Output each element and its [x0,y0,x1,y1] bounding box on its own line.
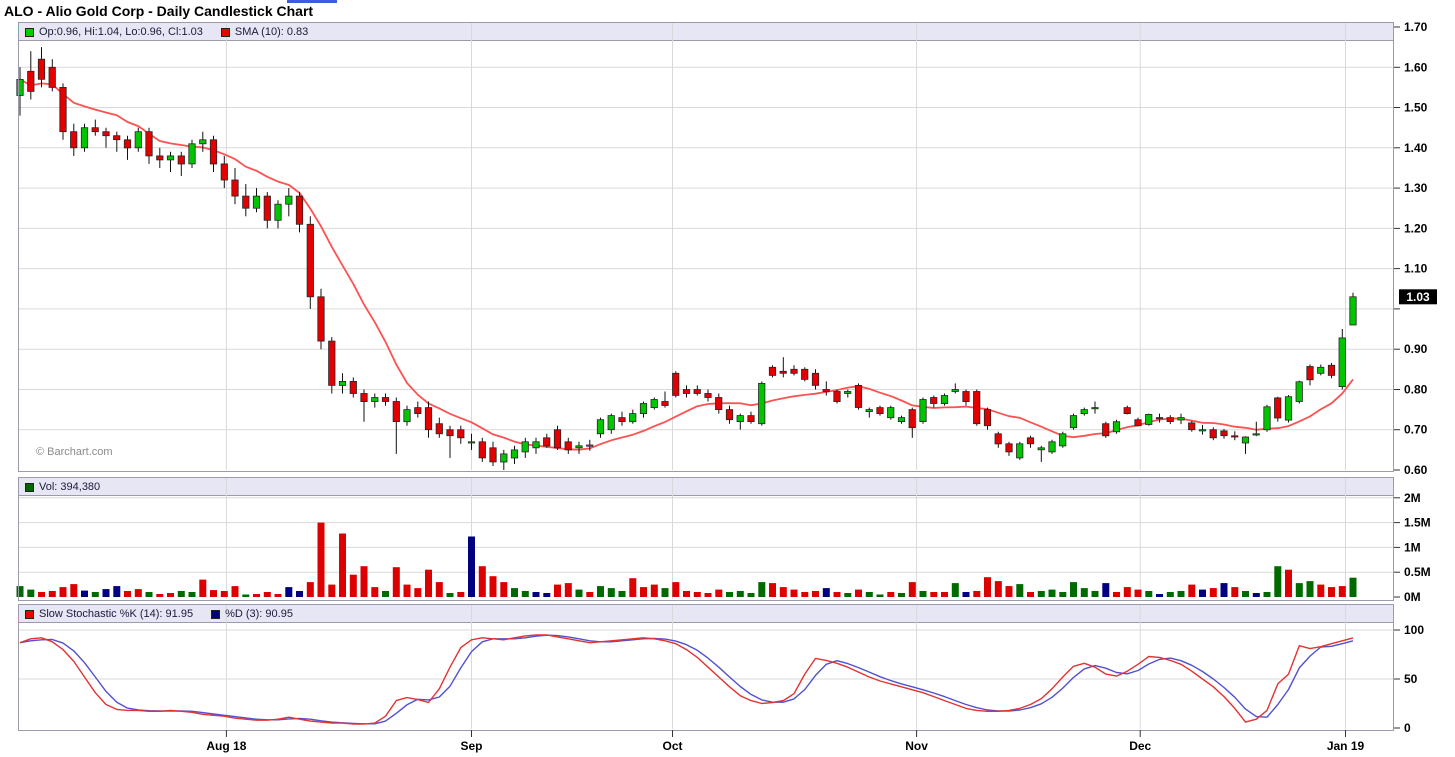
svg-text:1.30: 1.30 [1404,181,1428,195]
barchart-daily-chart: ALO - Alio Gold Corp - Daily Candlestick… [0,0,1455,757]
svg-text:Sep: Sep [460,739,482,753]
candlesticks [16,47,1357,470]
chart-canvas: 1.70 1.60 1.50 1.40 1.30 1.20 1.10 0.90 0.80 0.70… [16,20,1437,753]
date-axis: Aug 18 Sep Oct Nov Dec Jan 19 [206,730,1365,753]
svg-text:0.70: 0.70 [1404,423,1428,437]
svg-text:100: 100 [1404,623,1424,637]
svg-text:0.90: 0.90 [1404,342,1428,356]
svg-text:0.80: 0.80 [1404,383,1428,397]
volume-axis: 2M 1.5M 1M 0.5M 0M [1394,491,1431,604]
svg-text:2M: 2M [1404,491,1421,505]
svg-text:1.50: 1.50 [1404,101,1428,115]
horizontal-gridlines [19,66,1393,680]
svg-text:0: 0 [1404,721,1411,735]
svg-text:1.60: 1.60 [1404,60,1428,74]
svg-text:1.5M: 1.5M [1404,516,1431,530]
svg-text:Dec: Dec [1129,739,1151,753]
svg-text:1.20: 1.20 [1404,221,1428,235]
svg-text:1.40: 1.40 [1404,141,1428,155]
svg-text:1.70: 1.70 [1404,20,1428,34]
svg-text:0.5M: 0.5M [1404,565,1431,579]
svg-text:1.03: 1.03 [1406,290,1430,304]
last-price-badge: 1.03 [1399,289,1437,305]
panel-borders [18,22,1394,731]
svg-text:0M: 0M [1404,590,1421,604]
svg-text:50: 50 [1404,672,1418,686]
legend-strips [18,22,1394,623]
price-axis: 1.70 1.60 1.50 1.40 1.30 1.20 1.10 0.90 0.80 0.70… [1394,20,1428,477]
month-gridlines [225,23,1346,729]
stochastic-axis: 100 50 0 [1394,623,1424,735]
svg-text:1.10: 1.10 [1404,262,1428,276]
svg-text:Nov: Nov [905,739,928,753]
volume-bars [16,522,1357,597]
svg-text:Oct: Oct [662,739,682,753]
svg-text:0.60: 0.60 [1404,463,1428,477]
svg-text:Jan 19: Jan 19 [1327,739,1365,753]
copyright-watermark: © Barchart.com [36,446,113,458]
svg-text:Aug 18: Aug 18 [206,739,246,753]
svg-text:1M: 1M [1404,540,1421,554]
